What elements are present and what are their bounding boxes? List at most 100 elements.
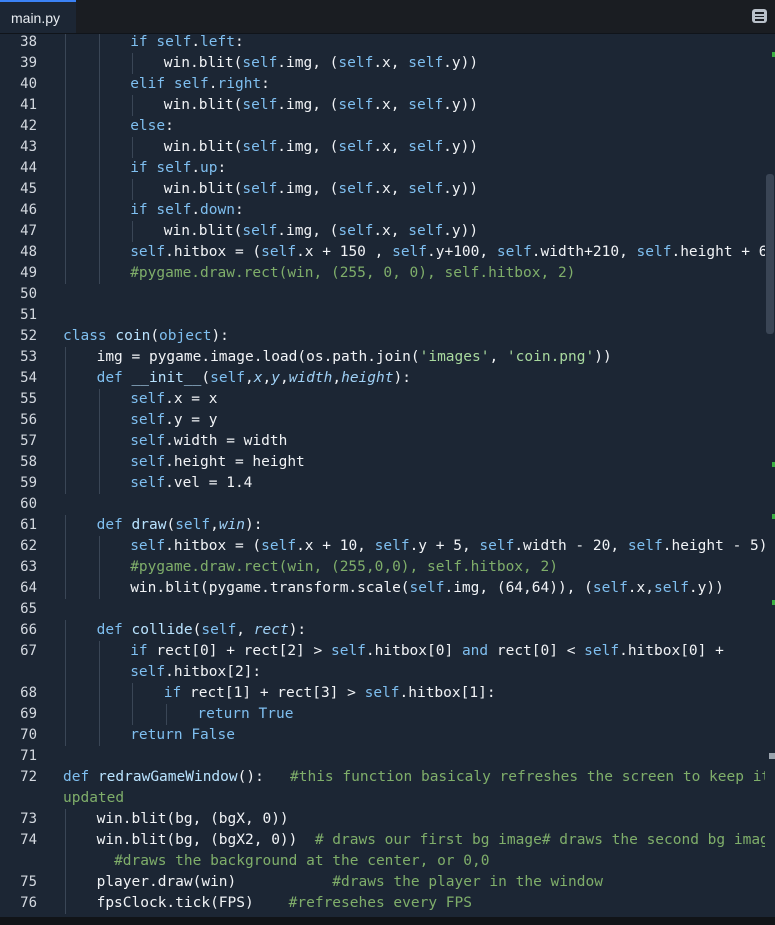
code-line[interactable]: updated: [0, 788, 765, 809]
indent-guide: [98, 452, 100, 473]
line-number: 68: [20, 685, 37, 701]
code-line[interactable]: 54 def __init__(self,x,y,width,height):: [0, 368, 765, 389]
indent-guide: [65, 473, 66, 494]
code-line[interactable]: 66 def collide(self, rect):: [0, 620, 765, 641]
tab-main-py[interactable]: main.py: [0, 0, 76, 33]
code-text: def draw(self,win):: [96, 517, 263, 533]
code-text: def __init__(self,x,y,width,height):: [96, 370, 411, 386]
line-number: 52: [20, 328, 37, 344]
code-line[interactable]: 51: [0, 305, 765, 326]
indent-guide: [98, 116, 100, 137]
line-number: 76: [20, 895, 37, 911]
code-text: return False: [130, 727, 235, 743]
code-line[interactable]: 73 win.blit(bg, (bgX, 0)): [0, 809, 765, 830]
code-line[interactable]: 67 if rect[0] + rect[2] > self.hitbox[0] …: [0, 641, 765, 662]
code-line[interactable]: 75 player.draw(win) #draws the player in …: [0, 872, 765, 893]
indent-guide: [98, 473, 100, 494]
indent-guide: [65, 662, 66, 683]
indent-guide: [65, 683, 66, 704]
code-line[interactable]: 65: [0, 599, 765, 620]
vertical-scrollbar[interactable]: [765, 34, 775, 917]
code-line[interactable]: 43 win.blit(self.img, (self.x, self.y)): [0, 137, 765, 158]
code-line[interactable]: 55 self.x = x: [0, 389, 765, 410]
code-text: self.x = x: [130, 391, 218, 407]
code-line[interactable]: 59 self.vel = 1.4: [0, 473, 765, 494]
code-line[interactable]: 46 if self.down:: [0, 200, 765, 221]
code-line[interactable]: 53 img = pygame.image.load(os.path.join('…: [0, 347, 765, 368]
code-text: self.vel = 1.4: [130, 475, 253, 491]
line-number: 66: [20, 622, 37, 638]
bottom-scrollbar[interactable]: [0, 917, 775, 925]
line-number: 57: [20, 433, 37, 449]
line-number: 39: [20, 55, 37, 71]
code-line[interactable]: self.hitbox[2]:: [0, 662, 765, 683]
code-text: player.draw(win) #draws the player in th…: [96, 874, 603, 890]
indent-guide: [132, 137, 134, 158]
indent-guide: [65, 578, 66, 599]
code-text: self.y = y: [130, 412, 218, 428]
code-text: img = pygame.image.load(os.path.join('im…: [96, 349, 612, 365]
indent-guide: [65, 368, 66, 389]
indent-guide: [98, 683, 100, 704]
indent-guide: [98, 662, 100, 683]
code-line[interactable]: 57 self.width = width: [0, 431, 765, 452]
code-line[interactable]: 40 elif self.right:: [0, 74, 765, 95]
indent-guide: [65, 263, 66, 284]
code-text: if self.down:: [130, 202, 244, 218]
code-line[interactable]: 74 win.blit(bg, (bgX2, 0)) # draws our fi…: [0, 830, 765, 851]
code-line[interactable]: 70 return False: [0, 725, 765, 746]
indent-guide: [98, 263, 100, 284]
code-line[interactable]: 52 class coin(object):: [0, 326, 765, 347]
indent-guide: [132, 95, 134, 116]
scrollbar-thumb[interactable]: [766, 174, 774, 334]
code-text: win.blit(self.img, (self.x, self.y)): [163, 223, 479, 239]
indent-guide: [98, 221, 100, 242]
code-line[interactable]: 44 if self.up:: [0, 158, 765, 179]
code-line[interactable]: 63 #pygame.draw.rect(win, (255,0,0), self…: [0, 557, 765, 578]
indent-guide: [132, 179, 134, 200]
code-line[interactable]: 56 self.y = y: [0, 410, 765, 431]
code-text: if rect[1] + rect[3] > self.hitbox[1]:: [163, 685, 496, 701]
code-line[interactable]: 39 win.blit(self.img, (self.x, self.y)): [0, 53, 765, 74]
code-line[interactable]: 41 win.blit(self.img, (self.x, self.y)): [0, 95, 765, 116]
code-text: if self.left:: [130, 34, 244, 50]
code-line[interactable]: 62 self.hitbox = (self.x + 10, self.y + 5…: [0, 536, 765, 557]
code-line[interactable]: 68 if rect[1] + rect[3] > self.hitbox[1]:: [0, 683, 765, 704]
code-editor[interactable]: 37#show player when player wants to move…: [0, 34, 765, 917]
line-number: 64: [20, 580, 37, 596]
indent-guide: [98, 410, 100, 431]
code-line[interactable]: 48 self.hitbox = (self.x + 150 , self.y+1…: [0, 242, 765, 263]
code-text: win.blit(bg, (bgX, 0)): [96, 811, 289, 827]
line-number: 51: [20, 307, 37, 323]
code-line[interactable]: 38 if self.left:: [0, 34, 765, 53]
code-line[interactable]: 58 self.height = height: [0, 452, 765, 473]
indent-guide: [65, 158, 66, 179]
editor-menu-icon[interactable]: [752, 9, 767, 23]
indent-guide: [65, 95, 66, 116]
indent-guide: [98, 137, 100, 158]
indent-guide: [98, 74, 100, 95]
code-text: win.blit(pygame.transform.scale(self.img…: [130, 580, 724, 596]
indent-guide: [65, 704, 66, 725]
code-line[interactable]: 61 def draw(self,win):: [0, 515, 765, 536]
line-number: 59: [20, 475, 37, 491]
code-line[interactable]: 49 #pygame.draw.rect(win, (255, 0, 0), se…: [0, 263, 765, 284]
code-line[interactable]: 76 fpsClock.tick(FPS) #refresehes every F…: [0, 893, 765, 914]
code-line[interactable]: 64 win.blit(pygame.transform.scale(self.i…: [0, 578, 765, 599]
line-number: 72: [20, 769, 37, 785]
code-line[interactable]: 47 win.blit(self.img, (self.x, self.y)): [0, 221, 765, 242]
indent-guide: [65, 137, 66, 158]
line-number: 40: [20, 76, 37, 92]
indent-guide: [65, 893, 66, 914]
code-line[interactable]: 72 def redrawGameWindow(): #this function…: [0, 767, 765, 788]
code-line[interactable]: 50: [0, 284, 765, 305]
code-line[interactable]: #draws the background at the center, or …: [0, 851, 765, 872]
code-line[interactable]: 69 return True: [0, 704, 765, 725]
indent-guide: [65, 872, 66, 893]
indent-guide: [65, 809, 66, 830]
code-line[interactable]: 42 else:: [0, 116, 765, 137]
code-line[interactable]: 45 win.blit(self.img, (self.x, self.y)): [0, 179, 765, 200]
code-line[interactable]: 60: [0, 494, 765, 515]
code-line[interactable]: 71: [0, 746, 765, 767]
code-text: win.blit(bg, (bgX2, 0)) # draws our firs…: [96, 832, 765, 848]
